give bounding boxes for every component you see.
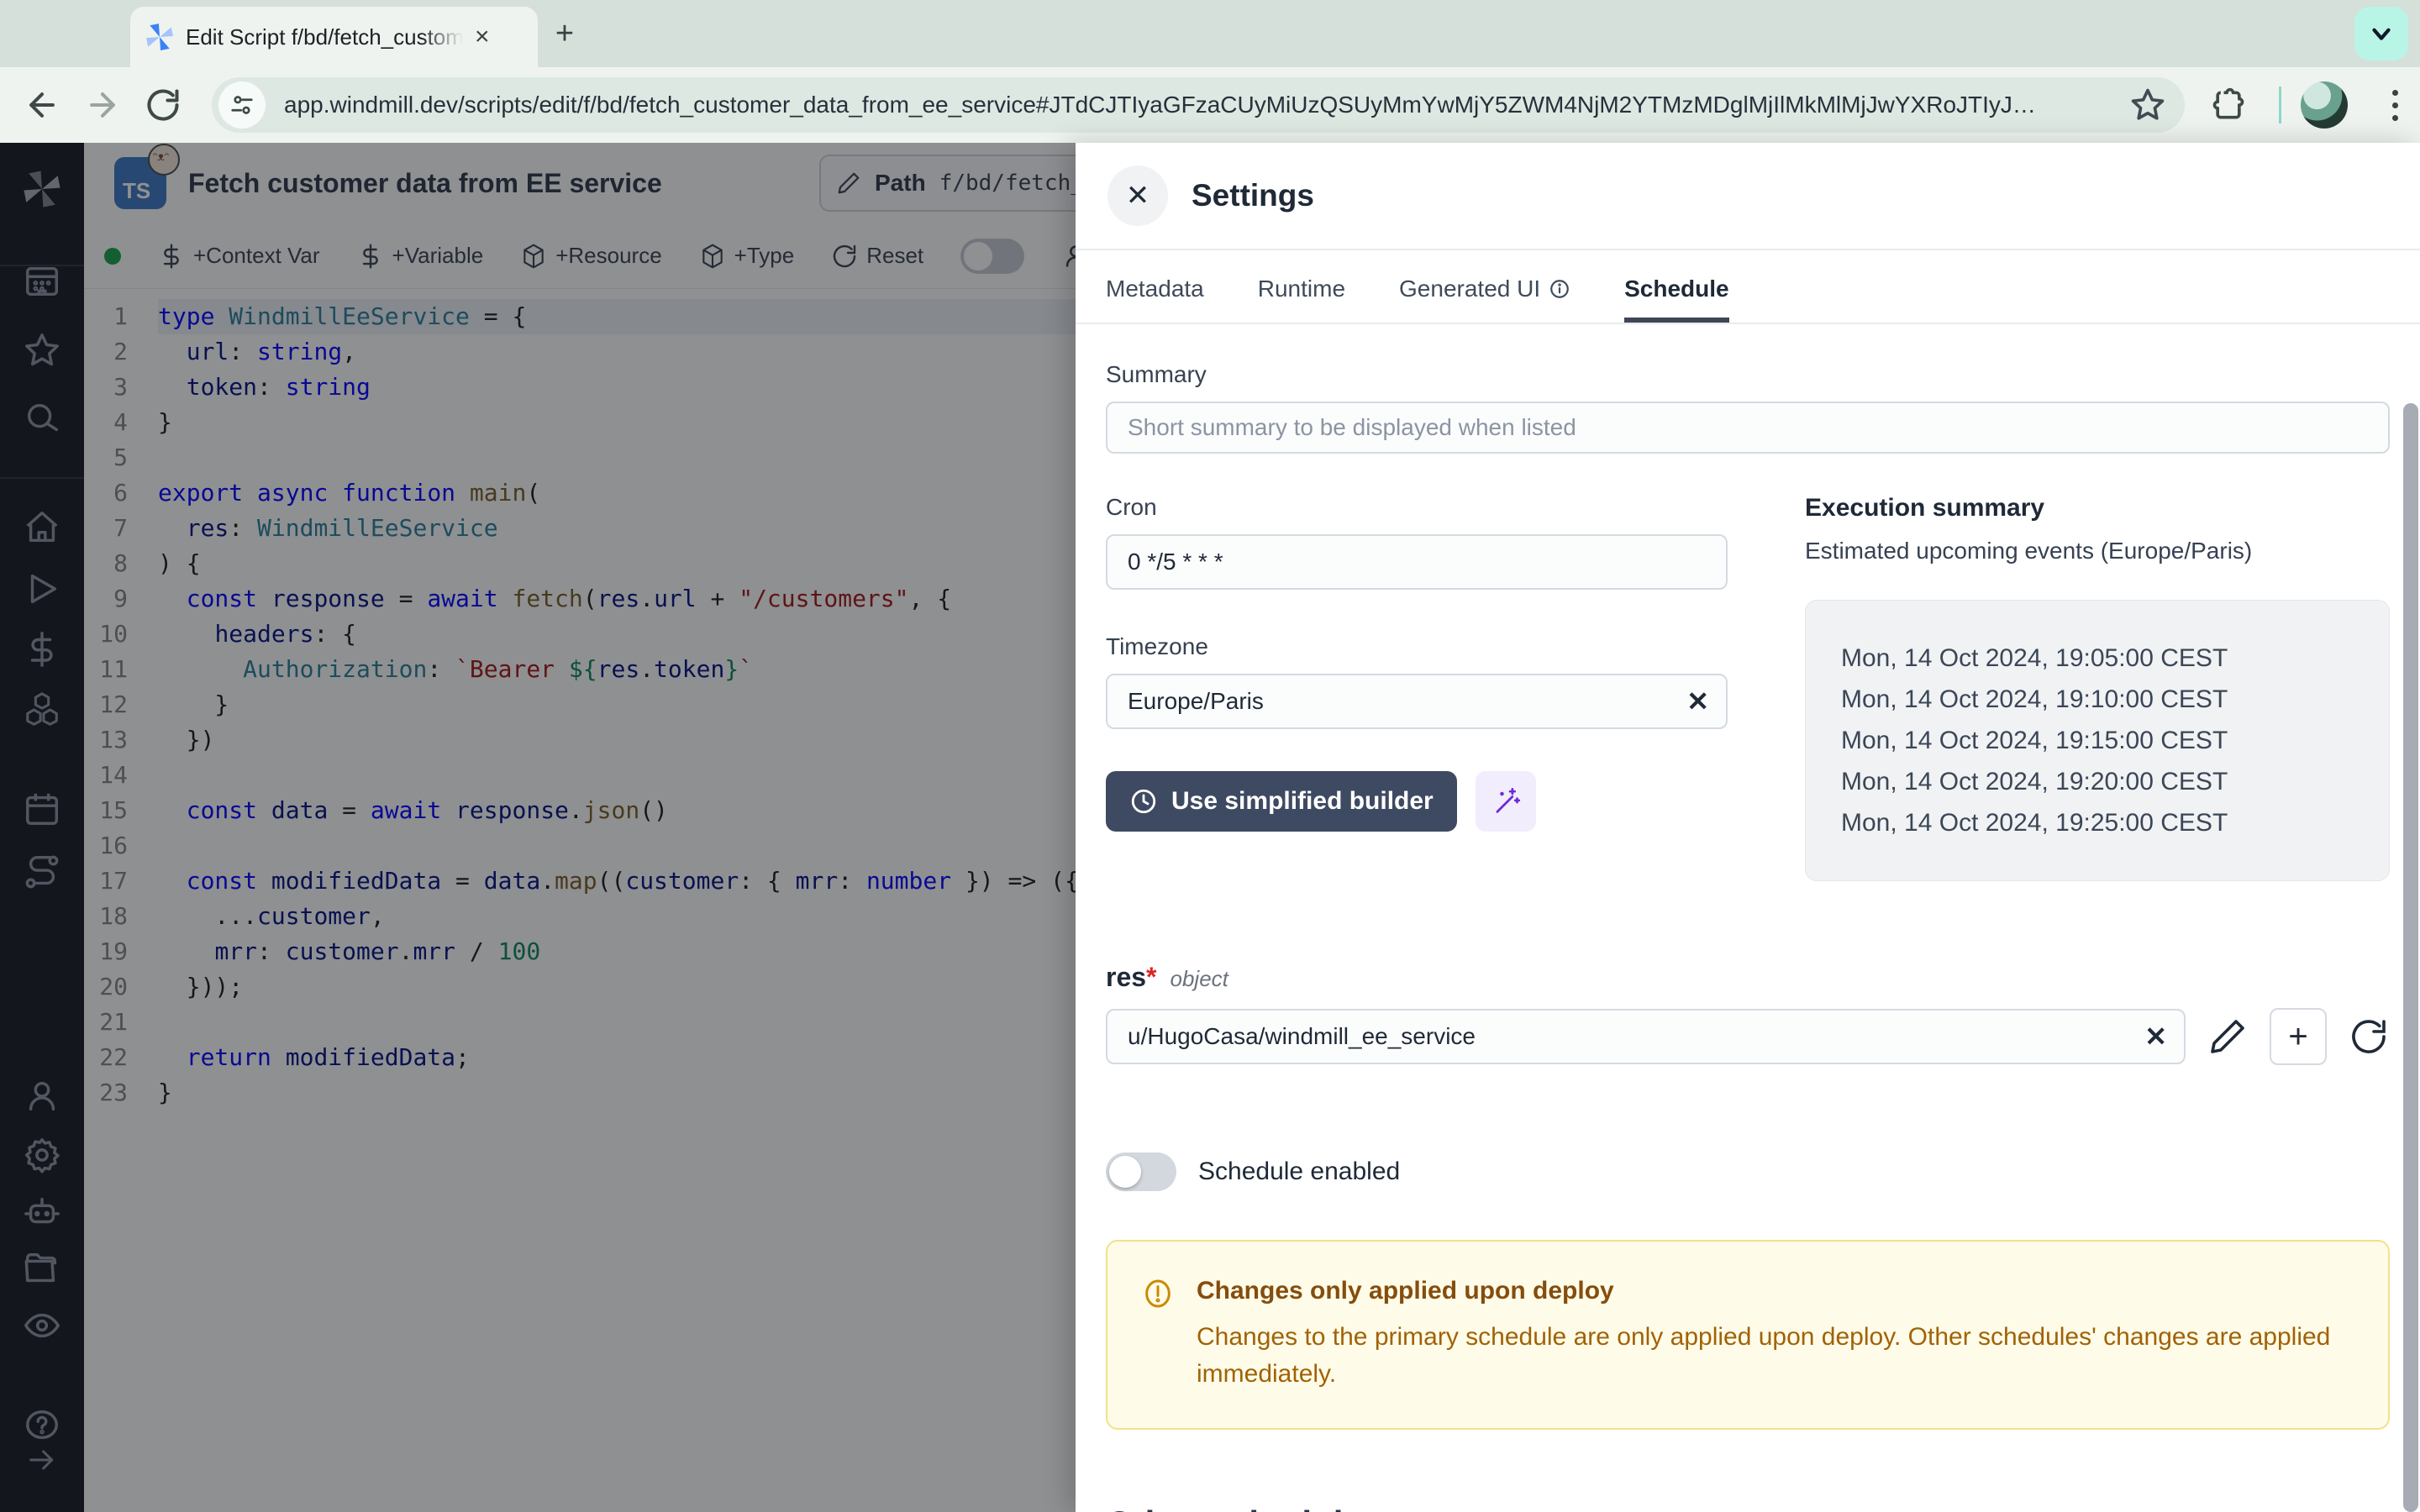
browser-tab[interactable]: Edit Script f/bd/fetch_custom × [130,7,538,67]
forward-arrow-icon[interactable] [84,87,121,123]
upcoming-event: Mon, 14 Oct 2024, 19:10:00 CEST [1841,679,2372,720]
res-resource-input[interactable] [1106,1009,2186,1064]
warning-title: Changes only applied upon deploy [1197,1277,2339,1305]
summary-label: Summary [1106,361,2390,388]
schedule-enabled-label: Schedule enabled [1198,1158,1400,1186]
schedule-enabled-row: Schedule enabled [1106,1152,2390,1191]
upcoming-events-box: Mon, 14 Oct 2024, 19:05:00 CESTMon, 14 O… [1805,600,2390,881]
refresh-icon[interactable] [145,87,182,123]
browser-tabstrip: Edit Script f/bd/fetch_custom × + [0,0,2420,67]
tab-close-icon[interactable]: × [475,24,490,50]
magic-wand-icon [1491,786,1521,816]
schedule-enabled-toggle[interactable] [1106,1152,1176,1191]
settings-title: Settings [1192,178,1314,213]
settings-drawer: ✕ Settings Metadata Runtime Generated UI… [1076,143,2420,1512]
summary-input[interactable] [1106,402,2390,454]
upcoming-event: Mon, 14 Oct 2024, 19:15:00 CEST [1841,720,2372,761]
timezone-clear-icon[interactable]: ✕ [1686,685,1709,717]
chevron-down-icon [2367,19,2396,48]
profile-avatar[interactable] [2301,81,2348,129]
deploy-warning-box: Changes only applied upon deploy Changes… [1106,1240,2390,1430]
screen: Edit Script f/bd/fetch_custom × + app.wi… [0,0,2420,1512]
use-simplified-builder-button[interactable]: Use simplified builder [1106,771,1457,832]
toolbar-divider [2279,87,2281,123]
execution-summary-subtitle: Estimated upcoming events (Europe/Paris) [1805,538,2390,564]
panel-scrollbar[interactable] [2403,403,2418,1512]
ai-cron-wand-button[interactable] [1476,771,1536,832]
close-drawer-button[interactable]: ✕ [1107,165,1168,226]
res-argument-section: res* object ✕ + [1106,962,2390,1065]
settings-header: ✕ Settings [1076,143,2420,250]
info-icon [1549,278,1570,300]
browser-menu-icon[interactable] [2378,83,2412,127]
tab-runtime[interactable]: Runtime [1258,276,1345,323]
res-clear-icon[interactable]: ✕ [2144,1021,2167,1053]
alert-circle-icon [1141,1277,1175,1310]
warning-body: Changes to the primary schedule are only… [1197,1319,2339,1393]
cron-label: Cron [1106,494,1728,521]
schedule-tab-content: Summary Cron Timezone ✕ Use simplified b… [1076,324,2420,1512]
tab-schedule[interactable]: Schedule [1624,276,1728,323]
chrome-chevron-button[interactable] [2354,7,2408,60]
bookmark-star-icon[interactable] [2129,87,2166,123]
tab-generated-ui[interactable]: Generated UI [1399,276,1570,323]
edit-resource-pencil-icon[interactable] [2207,1016,2248,1057]
settings-tabs: Metadata Runtime Generated UI Schedule [1076,250,2420,324]
tab-metadata[interactable]: Metadata [1106,276,1204,323]
url-text: app.windmill.dev/scripts/edit/f/bd/fetch… [284,92,2082,118]
upcoming-event: Mon, 14 Oct 2024, 19:20:00 CEST [1841,761,2372,802]
new-tab-button[interactable]: + [548,18,581,52]
upcoming-event: Mon, 14 Oct 2024, 19:05:00 CEST [1841,638,2372,679]
clock-icon [1129,787,1158,816]
url-bar[interactable]: app.windmill.dev/scripts/edit/f/bd/fetch… [212,77,2185,133]
refresh-resource-icon[interactable] [2349,1016,2389,1057]
res-arg-name: res* [1106,962,1157,993]
required-asterisk: * [1146,962,1156,992]
execution-summary-title: Execution summary [1805,494,2390,522]
res-arg-type: object [1171,966,1228,992]
extensions-icon[interactable] [2210,87,2247,123]
drawer-overlay[interactable] [0,143,1076,1512]
add-resource-plus-button[interactable]: + [2270,1008,2327,1065]
cron-input[interactable] [1106,534,1728,590]
upcoming-event: Mon, 14 Oct 2024, 19:25:00 CEST [1841,802,2372,843]
windmill-favicon-icon [145,23,174,51]
timezone-input[interactable] [1106,674,1728,729]
site-info-icon[interactable] [218,81,266,129]
tab-title: Edit Script f/bd/fetch_custom [186,24,463,50]
other-schedules-title: Other schedules [1106,1504,2390,1512]
back-arrow-icon[interactable] [24,87,60,123]
timezone-label: Timezone [1106,633,1728,660]
